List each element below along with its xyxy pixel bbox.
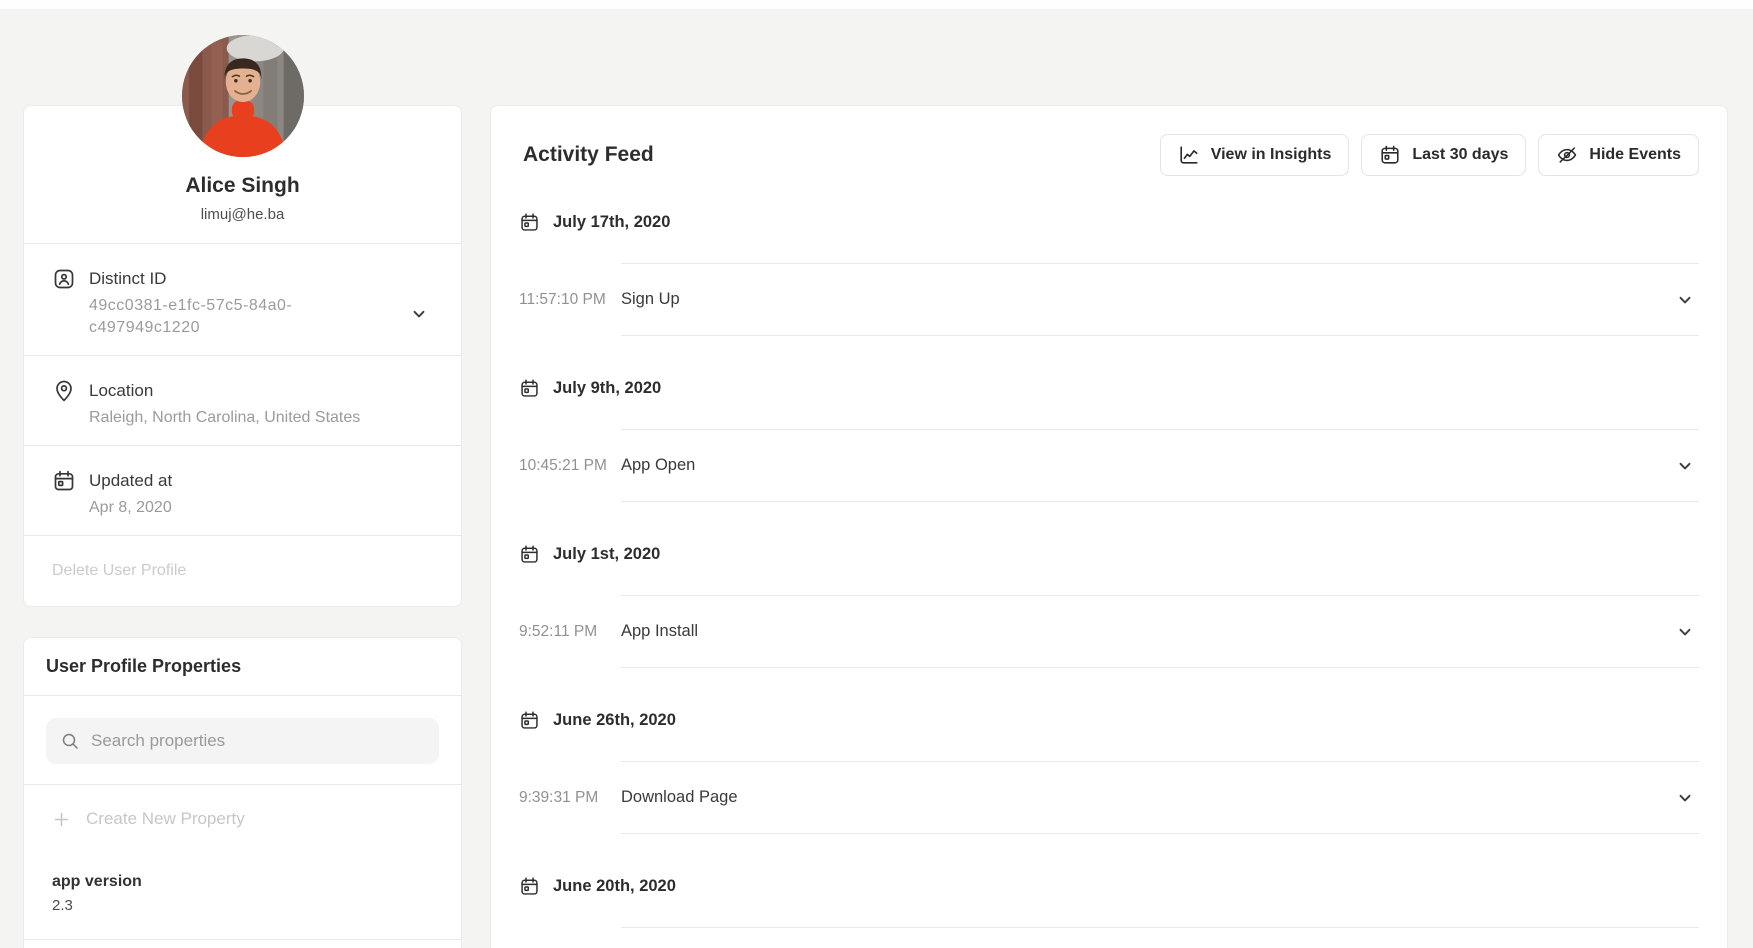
- calendar-icon: [52, 469, 76, 493]
- chevron-down-icon[interactable]: [1677, 624, 1693, 640]
- date-header: July 17th, 2020: [519, 201, 1699, 243]
- feed-group: July 1st, 2020 9:52:11 PM App Install: [519, 533, 1699, 668]
- activity-feed-title: Activity Feed: [523, 134, 654, 176]
- profile-name: Alice Singh: [44, 173, 441, 199]
- location-pin-icon: [52, 379, 76, 403]
- view-in-insights-button[interactable]: View in Insights: [1160, 134, 1350, 176]
- last-30-days-button[interactable]: Last 30 days: [1361, 134, 1526, 176]
- feed-group: July 9th, 2020 10:45:21 PM App Open: [519, 367, 1699, 502]
- date-label: June 26th, 2020: [553, 711, 676, 730]
- activity-header: Activity Feed View in Insights Last 30 d…: [491, 106, 1727, 176]
- search-properties-box[interactable]: [46, 718, 439, 764]
- chevron-down-icon[interactable]: [1677, 790, 1693, 806]
- event-time: 11:57:10 PM: [519, 291, 606, 309]
- date-header: June 26th, 2020: [519, 699, 1699, 741]
- calendar-icon: [519, 212, 540, 233]
- hide-events-label: Hide Events: [1589, 146, 1681, 164]
- field-value: Apr 8, 2020: [89, 497, 172, 519]
- event-name: App Open: [621, 456, 695, 475]
- property-item[interactable]: app version 2.3: [24, 853, 461, 940]
- date-label: June 20th, 2020: [553, 877, 676, 896]
- event-time: 10:45:21 PM: [519, 457, 607, 475]
- event-row[interactable]: 9:52:11 PM App Install: [621, 595, 1699, 668]
- row-divider: [621, 927, 1699, 928]
- calendar-icon: [1379, 144, 1401, 166]
- field-location: Location Raleigh, North Carolina, United…: [24, 355, 461, 445]
- activity-toolbar: View in Insights Last 30 days Hide Event…: [1160, 134, 1699, 176]
- view-in-insights-label: View in Insights: [1211, 146, 1332, 164]
- create-new-property-button[interactable]: Create New Property: [24, 785, 461, 853]
- calendar-icon: [519, 378, 540, 399]
- top-strip: [0, 0, 1753, 9]
- user-profile-properties-card: User Profile Properties Create New Prope…: [23, 637, 462, 948]
- date-label: July 1st, 2020: [553, 545, 660, 564]
- activity-feed-card: Activity Feed View in Insights Last 30 d…: [490, 105, 1728, 948]
- calendar-icon: [519, 876, 540, 897]
- date-header: June 20th, 2020: [519, 865, 1699, 907]
- property-value: 2.3: [52, 895, 437, 917]
- event-row[interactable]: 10:45:21 PM App Open: [621, 429, 1699, 502]
- chevron-down-icon[interactable]: [411, 306, 427, 322]
- profile-email: limuj@he.ba: [44, 205, 441, 225]
- event-name: Sign Up: [621, 290, 680, 309]
- event-row[interactable]: 9:39:31 PM Download Page: [621, 761, 1699, 834]
- search-icon: [60, 731, 80, 751]
- field-value: Raleigh, North Carolina, United States: [89, 407, 360, 429]
- delete-user-profile-button[interactable]: Delete User Profile: [24, 535, 461, 606]
- feed-group: June 26th, 2020 9:39:31 PM Download Page: [519, 699, 1699, 834]
- chevron-down-icon[interactable]: [1677, 458, 1693, 474]
- date-label: July 17th, 2020: [553, 213, 670, 232]
- field-updated-at: Updated at Apr 8, 2020: [24, 445, 461, 535]
- search-section: [24, 696, 461, 785]
- profile-card: Alice Singh limuj@he.ba Distinct ID 49cc…: [23, 105, 462, 607]
- field-value: 49cc0381-e1fc-57c5-84a0-c497949c1220: [89, 295, 379, 339]
- date-header: July 1st, 2020: [519, 533, 1699, 575]
- line-chart-icon: [1178, 144, 1200, 166]
- plus-icon: [52, 810, 71, 829]
- activity-feed-list: July 17th, 2020 11:57:10 PM Sign Up July…: [491, 201, 1727, 928]
- create-new-property-label: Create New Property: [86, 809, 245, 829]
- avatar: [182, 35, 304, 157]
- eye-off-icon: [1556, 144, 1578, 166]
- event-time: 9:52:11 PM: [519, 623, 597, 641]
- last-30-days-label: Last 30 days: [1412, 146, 1508, 164]
- chevron-down-icon[interactable]: [1677, 292, 1693, 308]
- calendar-icon: [519, 544, 540, 565]
- event-name: Download Page: [621, 788, 738, 807]
- field-label: Location: [89, 380, 360, 402]
- search-properties-input[interactable]: [91, 731, 425, 751]
- date-header: July 9th, 2020: [519, 367, 1699, 409]
- hide-events-button[interactable]: Hide Events: [1538, 134, 1699, 176]
- feed-group: June 20th, 2020: [519, 865, 1699, 928]
- field-distinct-id: Distinct ID 49cc0381-e1fc-57c5-84a0-c497…: [24, 243, 461, 355]
- feed-group: July 17th, 2020 11:57:10 PM Sign Up: [519, 201, 1699, 336]
- id-badge-icon: [52, 267, 76, 291]
- property-name: app version: [52, 871, 437, 893]
- field-label: Distinct ID: [89, 268, 379, 290]
- properties-title: User Profile Properties: [24, 638, 461, 696]
- date-label: July 9th, 2020: [553, 379, 661, 398]
- field-label: Updated at: [89, 470, 172, 492]
- event-time: 9:39:31 PM: [519, 789, 598, 807]
- calendar-icon: [519, 710, 540, 731]
- event-row[interactable]: 11:57:10 PM Sign Up: [621, 263, 1699, 336]
- event-name: App Install: [621, 622, 698, 641]
